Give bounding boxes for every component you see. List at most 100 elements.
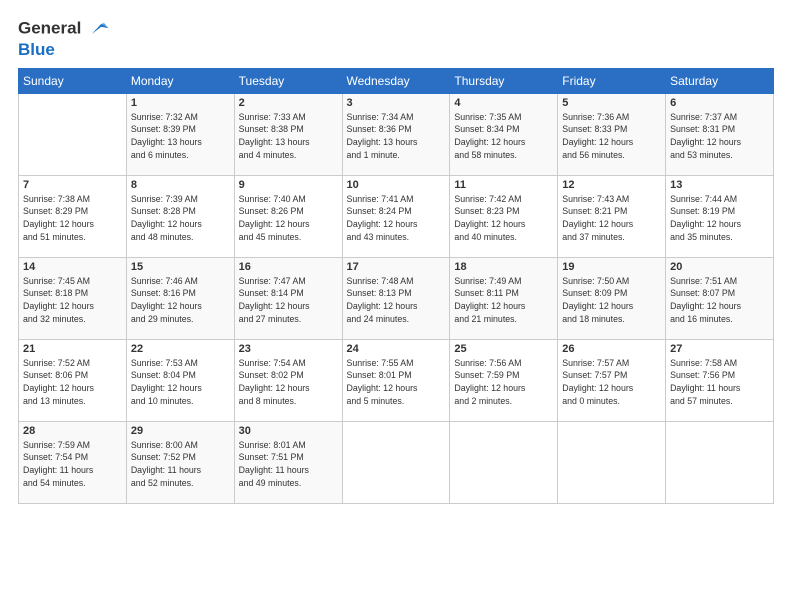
day-info: Sunrise: 7:45 AMSunset: 8:18 PMDaylight:… [23, 275, 122, 326]
day-number: 30 [239, 425, 338, 437]
day-info: Sunrise: 7:50 AMSunset: 8:09 PMDaylight:… [562, 275, 661, 326]
calendar-cell [558, 421, 666, 503]
weekday-header-tuesday: Tuesday [234, 68, 342, 93]
calendar-cell [666, 421, 774, 503]
day-info: Sunrise: 8:00 AMSunset: 7:52 PMDaylight:… [131, 439, 230, 490]
calendar-cell: 27 Sunrise: 7:58 AMSunset: 7:56 PMDayligh… [666, 339, 774, 421]
day-info: Sunrise: 7:41 AMSunset: 8:24 PMDaylight:… [347, 193, 446, 244]
day-info: Sunrise: 8:01 AMSunset: 7:51 PMDaylight:… [239, 439, 338, 490]
day-number: 2 [239, 97, 338, 109]
day-info: Sunrise: 7:52 AMSunset: 8:06 PMDaylight:… [23, 357, 122, 408]
calendar-cell: 11Sunrise: 7:42 AMSunset: 8:23 PMDayligh… [450, 175, 558, 257]
calendar-cell: 20 Sunrise: 7:51 AMSunset: 8:07 PMDayligh… [666, 257, 774, 339]
day-number: 16 [239, 261, 338, 273]
calendar-cell: 15 Sunrise: 7:46 AMSunset: 8:16 PMDayligh… [126, 257, 234, 339]
day-number: 21 [23, 343, 122, 355]
calendar-cell [450, 421, 558, 503]
calendar-cell: 14 Sunrise: 7:45 AMSunset: 8:18 PMDayligh… [19, 257, 127, 339]
day-number: 3 [347, 97, 446, 109]
day-info: Sunrise: 7:58 AMSunset: 7:56 PMDaylight:… [670, 357, 769, 408]
day-info: Sunrise: 7:56 AMSunset: 7:59 PMDaylight:… [454, 357, 553, 408]
day-number: 28 [23, 425, 122, 437]
calendar-cell: 10 Sunrise: 7:41 AMSunset: 8:24 PMDayligh… [342, 175, 450, 257]
day-number: 7 [23, 179, 122, 191]
day-number: 27 [670, 343, 769, 355]
calendar-cell: 26 Sunrise: 7:57 AMSunset: 7:57 PMDayligh… [558, 339, 666, 421]
day-number: 13 [670, 179, 769, 191]
day-info: Sunrise: 7:49 AMSunset: 8:11 PMDaylight:… [454, 275, 553, 326]
day-number: 20 [670, 261, 769, 273]
day-info: Sunrise: 7:37 AMSunset: 8:31 PMDaylight:… [670, 111, 769, 162]
day-number: 8 [131, 179, 230, 191]
calendar-cell: 13 Sunrise: 7:44 AMSunset: 8:19 PMDayligh… [666, 175, 774, 257]
calendar-cell: 28 Sunrise: 7:59 AMSunset: 7:54 PMDayligh… [19, 421, 127, 503]
logo-line1: General [18, 18, 110, 40]
calendar-cell [342, 421, 450, 503]
day-number: 22 [131, 343, 230, 355]
calendar-cell: 2 Sunrise: 7:33 AMSunset: 8:38 PMDaylight… [234, 93, 342, 175]
day-info: Sunrise: 7:43 AMSunset: 8:21 PMDaylight:… [562, 193, 661, 244]
day-number: 12 [562, 179, 661, 191]
calendar-cell: 29 Sunrise: 8:00 AMSunset: 7:52 PMDayligh… [126, 421, 234, 503]
day-number: 14 [23, 261, 122, 273]
weekday-header-thursday: Thursday [450, 68, 558, 93]
day-info: Sunrise: 7:34 AMSunset: 8:36 PMDaylight:… [347, 111, 446, 162]
day-number: 5 [562, 97, 661, 109]
day-info: Sunrise: 7:39 AMSunset: 8:28 PMDaylight:… [131, 193, 230, 244]
calendar-cell: 4 Sunrise: 7:35 AMSunset: 8:34 PMDaylight… [450, 93, 558, 175]
day-number: 19 [562, 261, 661, 273]
day-number: 26 [562, 343, 661, 355]
day-info: Sunrise: 7:53 AMSunset: 8:04 PMDaylight:… [131, 357, 230, 408]
logo: General Blue [18, 18, 110, 60]
day-number: 1 [131, 97, 230, 109]
day-info: Sunrise: 7:51 AMSunset: 8:07 PMDaylight:… [670, 275, 769, 326]
calendar-cell: 12 Sunrise: 7:43 AMSunset: 8:21 PMDayligh… [558, 175, 666, 257]
weekday-header-wednesday: Wednesday [342, 68, 450, 93]
calendar-cell: 17 Sunrise: 7:48 AMSunset: 8:13 PMDayligh… [342, 257, 450, 339]
calendar-cell: 30 Sunrise: 8:01 AMSunset: 7:51 PMDayligh… [234, 421, 342, 503]
day-number: 25 [454, 343, 553, 355]
day-info: Sunrise: 7:40 AMSunset: 8:26 PMDaylight:… [239, 193, 338, 244]
day-info: Sunrise: 7:47 AMSunset: 8:14 PMDaylight:… [239, 275, 338, 326]
calendar-cell: 16 Sunrise: 7:47 AMSunset: 8:14 PMDayligh… [234, 257, 342, 339]
day-info: Sunrise: 7:57 AMSunset: 7:57 PMDaylight:… [562, 357, 661, 408]
day-info: Sunrise: 7:44 AMSunset: 8:19 PMDaylight:… [670, 193, 769, 244]
day-info: Sunrise: 7:59 AMSunset: 7:54 PMDaylight:… [23, 439, 122, 490]
day-number: 17 [347, 261, 446, 273]
calendar-cell: 25 Sunrise: 7:56 AMSunset: 7:59 PMDayligh… [450, 339, 558, 421]
day-number: 29 [131, 425, 230, 437]
logo-bird-icon [88, 18, 110, 40]
day-info: Sunrise: 7:35 AMSunset: 8:34 PMDaylight:… [454, 111, 553, 162]
calendar-cell: 8 Sunrise: 7:39 AMSunset: 8:28 PMDaylight… [126, 175, 234, 257]
calendar-cell: 9 Sunrise: 7:40 AMSunset: 8:26 PMDaylight… [234, 175, 342, 257]
calendar-cell [19, 93, 127, 175]
day-number: 6 [670, 97, 769, 109]
day-info: Sunrise: 7:38 AMSunset: 8:29 PMDaylight:… [23, 193, 122, 244]
day-number: 18 [454, 261, 553, 273]
calendar-cell: 19 Sunrise: 7:50 AMSunset: 8:09 PMDayligh… [558, 257, 666, 339]
day-info: Sunrise: 7:46 AMSunset: 8:16 PMDaylight:… [131, 275, 230, 326]
day-number: 9 [239, 179, 338, 191]
day-number: 4 [454, 97, 553, 109]
calendar-cell: 6 Sunrise: 7:37 AMSunset: 8:31 PMDaylight… [666, 93, 774, 175]
logo-line2: Blue [18, 40, 110, 60]
day-info: Sunrise: 7:55 AMSunset: 8:01 PMDaylight:… [347, 357, 446, 408]
day-info: Sunrise: 7:33 AMSunset: 8:38 PMDaylight:… [239, 111, 338, 162]
day-info: Sunrise: 7:36 AMSunset: 8:33 PMDaylight:… [562, 111, 661, 162]
calendar-cell: 1 Sunrise: 7:32 AMSunset: 8:39 PMDaylight… [126, 93, 234, 175]
calendar-cell: 7 Sunrise: 7:38 AMSunset: 8:29 PMDaylight… [19, 175, 127, 257]
calendar-table: SundayMondayTuesdayWednesdayThursdayFrid… [18, 68, 774, 504]
weekday-header-sunday: Sunday [19, 68, 127, 93]
calendar-cell: 21 Sunrise: 7:52 AMSunset: 8:06 PMDayligh… [19, 339, 127, 421]
weekday-header-saturday: Saturday [666, 68, 774, 93]
day-number: 10 [347, 179, 446, 191]
calendar-cell: 3 Sunrise: 7:34 AMSunset: 8:36 PMDaylight… [342, 93, 450, 175]
day-info: Sunrise: 7:32 AMSunset: 8:39 PMDaylight:… [131, 111, 230, 162]
calendar-cell: 5 Sunrise: 7:36 AMSunset: 8:33 PMDaylight… [558, 93, 666, 175]
day-number: 15 [131, 261, 230, 273]
calendar-cell: 23Sunrise: 7:54 AMSunset: 8:02 PMDayligh… [234, 339, 342, 421]
calendar-cell: 18 Sunrise: 7:49 AMSunset: 8:11 PMDayligh… [450, 257, 558, 339]
calendar-cell: 24Sunrise: 7:55 AMSunset: 8:01 PMDayligh… [342, 339, 450, 421]
day-info: Sunrise: 7:54 AMSunset: 8:02 PMDaylight:… [239, 357, 338, 408]
day-info: Sunrise: 7:48 AMSunset: 8:13 PMDaylight:… [347, 275, 446, 326]
